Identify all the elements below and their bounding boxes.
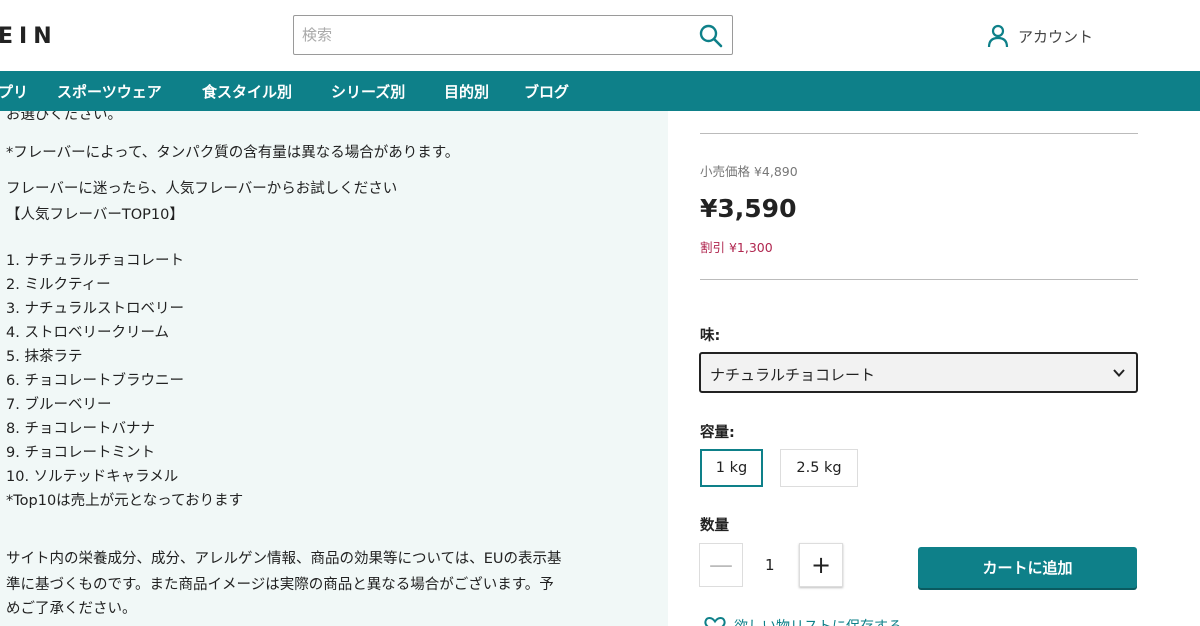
size-label: 容量: — [700, 425, 735, 441]
product-description: お選びください。 *フレーバーによって、タンパク質の含有量は異なる場合があります… — [0, 111, 668, 626]
quantity-value[interactable]: 1 — [765, 556, 775, 574]
site-header: EIN アカウント — [0, 0, 1200, 71]
site-logo[interactable]: EIN — [0, 24, 58, 49]
search-box — [293, 15, 733, 55]
account-label: アカウント — [1018, 27, 1094, 46]
wishlist-label: 欲しい物リストに保存する — [734, 616, 902, 626]
nav-item-supplements[interactable]: プリ — [0, 81, 28, 102]
nav-item-sportswear[interactable]: スポーツウェア — [57, 81, 162, 102]
description-line: 準に基づくものです。また商品イメージは実際の商品と異なる場合がございます。予 — [6, 577, 554, 593]
discount-amount: 割引 ¥1,300 — [700, 240, 773, 255]
quantity-increase-button[interactable]: + — [799, 543, 843, 587]
description-line: フレーバーに迷ったら、人気フレーバーからお試しください — [6, 181, 398, 197]
size-option-1kg[interactable]: 1 kg — [700, 449, 763, 487]
nav-item-purpose[interactable]: 目的別 — [444, 81, 489, 102]
flavor-rank-item: 8. チョコレートバナナ — [6, 421, 155, 437]
flavor-rank-item: 4. ストロベリークリーム — [6, 325, 170, 341]
main-nav: プリ スポーツウェア 食スタイル別 シリーズ別 目的別 ブログ — [0, 71, 1200, 111]
description-line: *Top10は売上が元となっております — [6, 493, 244, 509]
flavor-rank-item: 3. ナチュラルストロベリー — [6, 301, 184, 317]
flavor-rank-item: 6. チョコレートブラウニー — [6, 373, 184, 389]
add-to-cart-button[interactable]: カートに追加 — [918, 547, 1137, 588]
heart-icon — [704, 616, 726, 626]
description-line: めご了承ください。 — [6, 601, 137, 617]
flavor-select-value: ナチュラルチョコレート — [710, 366, 876, 384]
flavor-rank-item: 7. ブルーベリー — [6, 397, 112, 413]
size-option-2-5kg[interactable]: 2.5 kg — [780, 449, 858, 487]
flavor-rank-item: 5. 抹茶ラテ — [6, 349, 83, 365]
quantity-label: 数量 — [700, 518, 729, 534]
flavor-select[interactable]: ナチュラルチョコレート — [699, 352, 1138, 393]
flavor-label: 味: — [700, 328, 721, 344]
description-line: 【人気フレーバーTOP10】 — [6, 207, 184, 223]
retail-price: 小売価格 ¥4,890 — [700, 164, 798, 179]
quantity-decrease-button[interactable]: — — [699, 543, 743, 587]
search-icon[interactable] — [698, 23, 724, 49]
divider — [700, 133, 1138, 134]
nav-item-diet-style[interactable]: 食スタイル別 — [202, 81, 292, 102]
description-line: お選びください。 — [6, 111, 122, 123]
nav-item-series[interactable]: シリーズ別 — [331, 81, 405, 102]
description-line: サイト内の栄養成分、成分、アレルゲン情報、商品の効果等については、EUの表示基 — [6, 551, 562, 567]
user-icon — [987, 24, 1009, 48]
nav-item-blog[interactable]: ブログ — [524, 81, 569, 102]
flavor-rank-item: 10. ソルテッドキャラメル — [6, 469, 179, 485]
flavor-rank-item: 9. チョコレートミント — [6, 445, 155, 461]
flavor-rank-item: 1. ナチュラルチョコレート — [6, 253, 184, 269]
flavor-rank-item: 2. ミルクティー — [6, 277, 111, 293]
account-link[interactable]: アカウント — [986, 23, 1093, 49]
chevron-down-icon — [1113, 369, 1125, 377]
description-line: *フレーバーによって、タンパク質の含有量は異なる場合があります。 — [6, 145, 460, 161]
wishlist-link[interactable]: 欲しい物リストに保存する — [704, 616, 902, 626]
divider — [700, 279, 1138, 280]
sale-price: ¥3,590 — [700, 194, 797, 223]
search-input[interactable] — [302, 24, 682, 46]
